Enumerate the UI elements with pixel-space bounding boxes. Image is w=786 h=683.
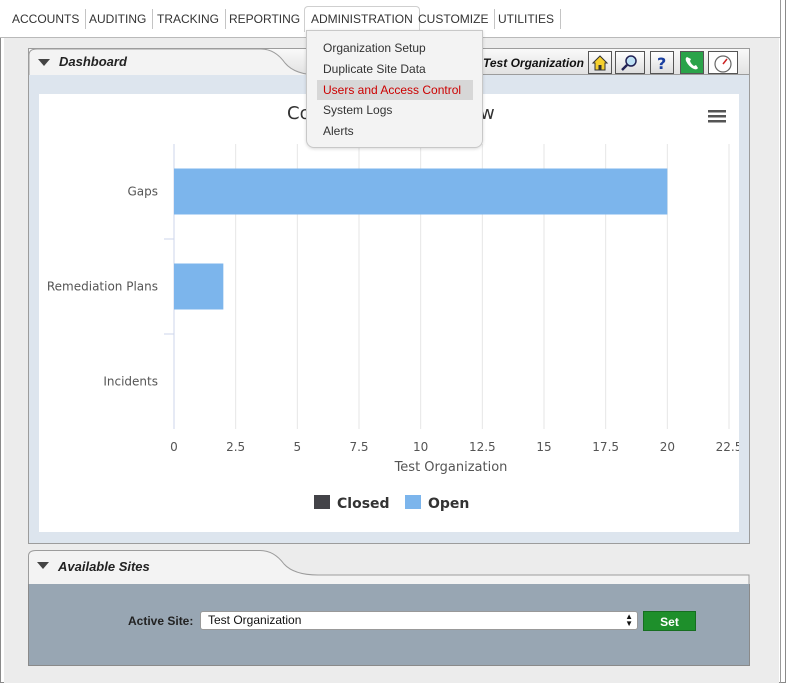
home-icon[interactable] bbox=[588, 51, 612, 74]
nav-customize[interactable]: CUSTOMIZE bbox=[412, 9, 496, 29]
nav-accounts[interactable]: ACCOUNTS bbox=[6, 9, 87, 29]
sites-collapse-icon[interactable] bbox=[37, 562, 49, 569]
active-site-select[interactable]: Test Organization ▲ ▼ bbox=[200, 611, 638, 630]
dashboard-collapse-icon[interactable] bbox=[38, 59, 50, 66]
menu-organization-setup[interactable]: Organization Setup bbox=[317, 38, 473, 58]
x-axis-label: Test Organization bbox=[394, 460, 508, 475]
y-category-label: Gaps bbox=[127, 185, 158, 199]
x-tick-label: 0 bbox=[170, 440, 178, 454]
x-tick-label: 22.5 bbox=[716, 440, 739, 454]
chart-container: Co w Gaps Remediation Plans Incidents 0 2.5… bbox=[39, 94, 743, 532]
administration-menu: Organization Setup Duplicate Site Data U… bbox=[306, 30, 483, 148]
menu-users-access-control[interactable]: Users and Access Control bbox=[317, 80, 473, 100]
set-button[interactable]: Set bbox=[643, 611, 696, 631]
x-tick-label: 17.5 bbox=[592, 440, 619, 454]
gauge-icon[interactable] bbox=[708, 51, 738, 74]
svg-text:?: ? bbox=[657, 54, 666, 72]
y-category-label: Remediation Plans bbox=[47, 280, 158, 294]
phone-icon[interactable] bbox=[680, 51, 704, 74]
nav-tracking[interactable]: TRACKING bbox=[151, 9, 227, 29]
menu-alerts[interactable]: Alerts bbox=[317, 121, 473, 141]
nav-reporting[interactable]: REPORTING bbox=[223, 9, 308, 29]
legend-label[interactable]: Open bbox=[428, 496, 469, 512]
window-edge bbox=[780, 0, 781, 683]
legend-swatch[interactable] bbox=[405, 495, 421, 509]
x-tick-label: 15 bbox=[536, 440, 551, 454]
x-tick-label: 20 bbox=[660, 440, 675, 454]
x-tick-label: 5 bbox=[294, 440, 302, 454]
active-site-value: Test Organization bbox=[208, 613, 302, 627]
x-tick-label: 12.5 bbox=[469, 440, 496, 454]
x-tick-label: 2.5 bbox=[226, 440, 245, 454]
search-icon[interactable] bbox=[615, 51, 645, 74]
org-label: Test Organization bbox=[483, 56, 584, 70]
menu-system-logs[interactable]: System Logs bbox=[317, 100, 473, 120]
nav-administration[interactable]: ADMINISTRATION bbox=[304, 6, 420, 32]
x-tick-label: 10 bbox=[413, 440, 428, 454]
bar-open[interactable] bbox=[174, 168, 668, 215]
menu-duplicate-site-data[interactable]: Duplicate Site Data bbox=[317, 59, 473, 79]
help-icon[interactable]: ? bbox=[650, 51, 674, 74]
chart-menu-icon[interactable] bbox=[708, 110, 726, 123]
dashboard-title: Dashboard bbox=[59, 54, 127, 69]
y-category-label: Incidents bbox=[103, 375, 158, 389]
select-arrows-icon: ▲ ▼ bbox=[625, 612, 633, 628]
nav-auditing[interactable]: AUDITING bbox=[83, 9, 154, 29]
nav-utilities[interactable]: UTILITIES bbox=[492, 9, 562, 29]
sites-panel: Available Sites bbox=[28, 550, 750, 585]
x-tick-label: 7.5 bbox=[349, 440, 368, 454]
legend-swatch[interactable] bbox=[314, 495, 330, 509]
active-site-label: Active Site: bbox=[128, 614, 194, 628]
bar-open[interactable] bbox=[174, 263, 224, 310]
sites-title: Available Sites bbox=[58, 559, 150, 574]
bar-chart: Co w GapsRemediation PlansIncidents 0 2.5… bbox=[47, 103, 743, 512]
legend-label[interactable]: Closed bbox=[337, 496, 390, 512]
